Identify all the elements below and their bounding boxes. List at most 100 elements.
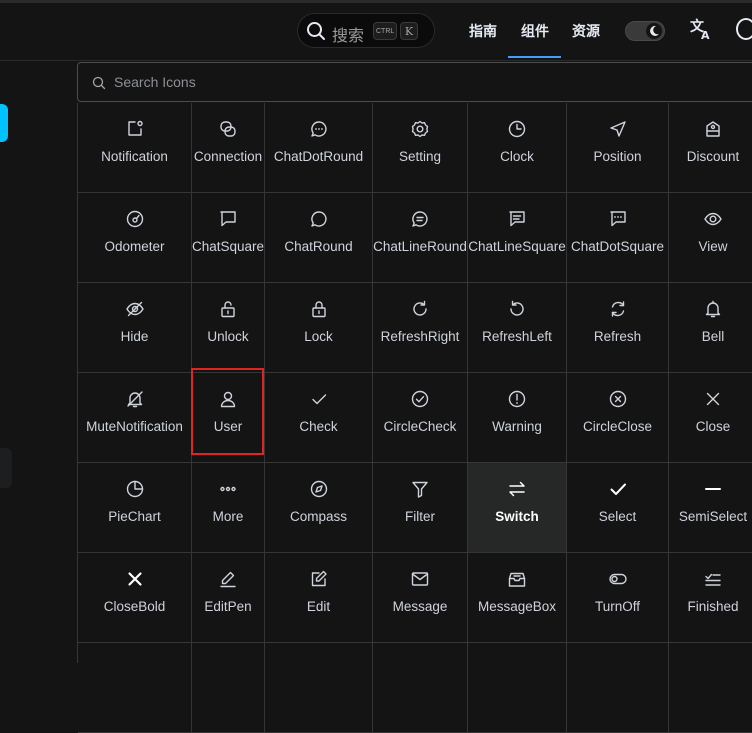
icon-label: CircleCheck [383, 419, 457, 434]
icon-cell-switch[interactable]: Switch [468, 463, 567, 553]
icon-cell-odometer[interactable]: Odometer [78, 193, 192, 283]
nav-component[interactable]: 组件 [521, 21, 549, 41]
icon-label: SemiSelect [678, 509, 748, 524]
icon-cell-edit[interactable]: Edit [265, 553, 373, 643]
icon-label: Hide [120, 329, 149, 344]
edit-pen-icon [218, 569, 238, 589]
icon-label: EditPen [204, 599, 252, 614]
icon-cell-partial[interactable] [373, 643, 468, 733]
icon-cell-warning[interactable]: Warning [468, 373, 567, 463]
icon-cell-partial[interactable] [468, 643, 567, 733]
icon-label: ChatRound [284, 239, 353, 254]
nav-resource[interactable]: 资源 [572, 21, 600, 41]
icon-cell-partial[interactable] [78, 643, 192, 733]
icon-cell-circle-close[interactable]: CircleClose [567, 373, 669, 463]
icon-cell-semi-select[interactable]: SemiSelect [669, 463, 752, 553]
icon-cell-mute-notification[interactable]: MuteNotification [78, 373, 192, 463]
icon-cell-refresh-left[interactable]: RefreshLeft [468, 283, 567, 373]
icon-cell-partial[interactable] [192, 643, 265, 733]
icon-cell-clock[interactable]: Clock [468, 103, 567, 193]
icon-cell-partial[interactable] [265, 643, 373, 733]
icon-cell-chat-square[interactable]: ChatSquare [192, 193, 265, 283]
sidebar-accent [0, 104, 8, 142]
icon-cell-chat-line-round[interactable]: ChatLineRound [373, 193, 468, 283]
semi-select-icon [703, 479, 723, 499]
icon-cell-notification[interactable]: Notification [78, 103, 192, 193]
odometer-icon [125, 209, 145, 229]
chat-round-icon [309, 209, 329, 229]
icon-label: Close [695, 419, 731, 434]
switch-icon [507, 479, 527, 499]
icon-label: Discount [686, 149, 740, 164]
chat-line-square-icon [507, 209, 527, 229]
icon-cell-finished[interactable]: Finished [669, 553, 752, 643]
icon-cell-partial[interactable] [567, 643, 669, 733]
translate-icon[interactable]: 文A [690, 18, 712, 45]
ctrl-key-hint: CTRL [373, 22, 397, 40]
connection-icon [218, 119, 238, 139]
icon-label: Odometer [104, 239, 165, 254]
icon-cell-partial[interactable] [669, 643, 752, 733]
view-icon [703, 209, 723, 229]
clock-icon [507, 119, 527, 139]
icon-label: Lock [304, 329, 333, 344]
unlock-icon [218, 299, 238, 319]
hide-icon [125, 299, 145, 319]
select-icon [608, 479, 628, 499]
doc-search-button[interactable]: 搜索 CTRL K [297, 13, 435, 48]
icon-label: Position [593, 149, 642, 164]
icon-cell-select[interactable]: Select [567, 463, 669, 553]
icon-cell-hide[interactable]: Hide [78, 283, 192, 373]
icon-cell-check[interactable]: Check [265, 373, 373, 463]
icon-label: Filter [405, 509, 435, 524]
icon-cell-filter[interactable]: Filter [373, 463, 468, 553]
sidebar-active-item[interactable] [0, 448, 12, 488]
icon-search-field[interactable] [77, 62, 752, 102]
theme-toggle[interactable] [625, 21, 665, 41]
icon-cell-compass[interactable]: Compass [265, 463, 373, 553]
lock-icon [309, 299, 329, 319]
icon-label: Connection [193, 149, 263, 164]
icon-cell-edit-pen[interactable]: EditPen [192, 553, 265, 643]
chat-dot-square-icon [608, 209, 628, 229]
icon-cell-bell[interactable]: Bell [669, 283, 752, 373]
icon-label: Finished [687, 599, 739, 614]
icon-cell-view[interactable]: View [669, 193, 752, 283]
search-icon [306, 21, 326, 46]
icon-cell-chat-round[interactable]: ChatRound [265, 193, 373, 283]
icon-cell-discount[interactable]: Discount [669, 103, 752, 193]
search-input[interactable] [114, 72, 714, 92]
icon-cell-refresh-right[interactable]: RefreshRight [373, 283, 468, 373]
icon-label: More [212, 509, 244, 524]
message-box-icon [507, 569, 527, 589]
github-icon[interactable] [736, 18, 752, 40]
icon-cell-chat-dot-round[interactable]: ChatDotRound [265, 103, 373, 193]
icon-label: Bell [701, 329, 725, 344]
icon-cell-message[interactable]: Message [373, 553, 468, 643]
icon-cell-pie-chart[interactable]: PieChart [78, 463, 192, 553]
k-key-hint: K [400, 22, 418, 40]
icon-cell-position[interactable]: Position [567, 103, 669, 193]
icon-cell-unlock[interactable]: Unlock [192, 283, 265, 373]
setting-icon [410, 119, 430, 139]
icon-cell-close[interactable]: Close [669, 373, 752, 463]
icon-label: View [698, 239, 728, 254]
icon-label: Edit [306, 599, 331, 614]
search-label: 搜索 [332, 28, 365, 45]
icon-cell-setting[interactable]: Setting [373, 103, 468, 193]
icon-cell-chat-dot-square[interactable]: ChatDotSquare [567, 193, 669, 283]
icon-cell-refresh[interactable]: Refresh [567, 283, 669, 373]
icon-cell-lock[interactable]: Lock [265, 283, 373, 373]
icon-cell-turn-off[interactable]: TurnOff [567, 553, 669, 643]
icon-cell-close-bold[interactable]: CloseBold [78, 553, 192, 643]
icon-cell-message-box[interactable]: MessageBox [468, 553, 567, 643]
close-bold-icon [125, 569, 145, 589]
icon-label: ChatDotRound [273, 149, 364, 164]
mute-notification-icon [125, 389, 145, 409]
nav-guide[interactable]: 指南 [469, 21, 497, 41]
icon-cell-connection[interactable]: Connection [192, 103, 265, 193]
circle-close-icon [608, 389, 628, 409]
icon-cell-more[interactable]: More [192, 463, 265, 553]
icon-cell-circle-check[interactable]: CircleCheck [373, 373, 468, 463]
icon-cell-chat-line-square[interactable]: ChatLineSquare [468, 193, 567, 283]
